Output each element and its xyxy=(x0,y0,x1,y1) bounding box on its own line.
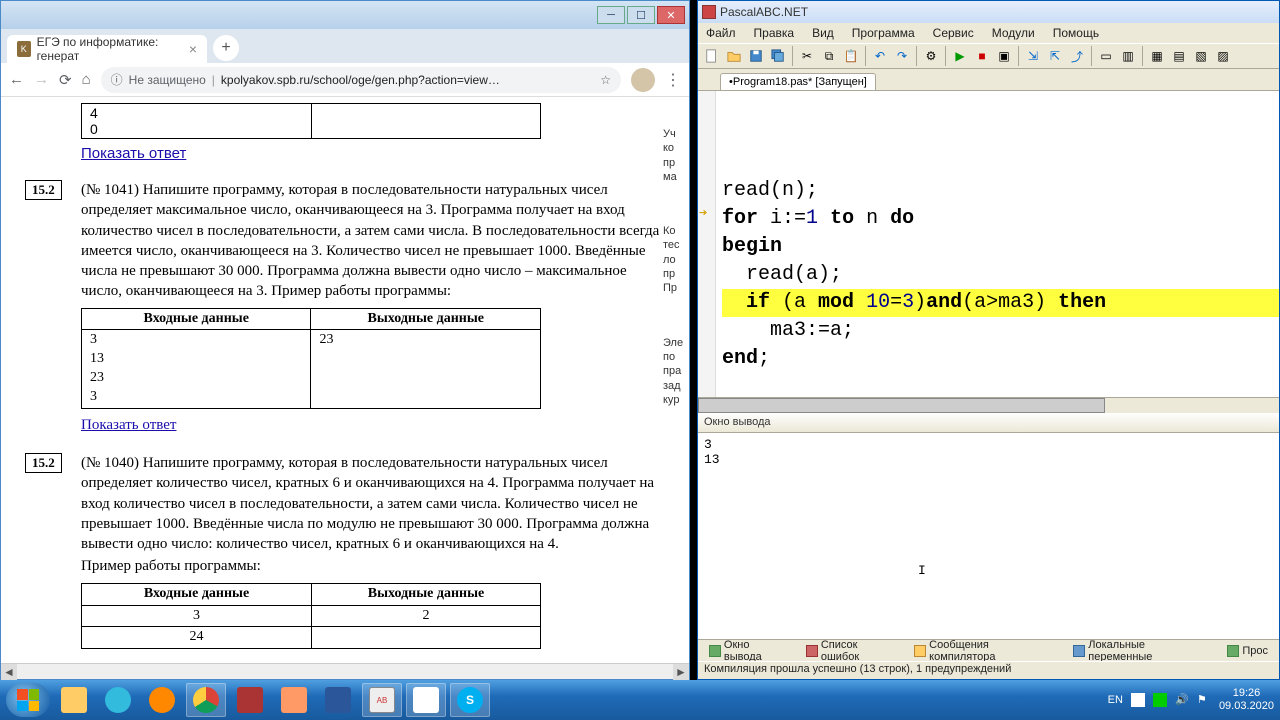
profile-avatar[interactable] xyxy=(631,68,655,92)
panel2-icon[interactable]: ▧ xyxy=(1191,46,1211,66)
file-tab[interactable]: •Program18.pas* [Запущен] xyxy=(720,73,876,90)
ide-toolbar: ✂ ⧉ 📋 ↶ ↷ ⚙ ▶ ■ ▣ ⇲ ⇱ ⤴ ▭ ▥ ▦ ▤ ▧ ▨ xyxy=(698,43,1279,69)
ide-menubar: Файл Правка Вид Программа Сервис Модули Помощь xyxy=(698,23,1279,43)
run-icon[interactable]: ▶ xyxy=(950,46,970,66)
step-icon[interactable]: ▣ xyxy=(994,46,1014,66)
clock[interactable]: 19:26 09.03.2020 xyxy=(1219,687,1274,713)
tray-action-icon[interactable]: ⚑ xyxy=(1197,693,1211,707)
forward-icon[interactable]: → xyxy=(34,71,49,88)
tab-title: ЕГЭ по информатике: генерат xyxy=(37,35,179,63)
minimize-button[interactable]: ─ xyxy=(597,6,625,24)
task-word[interactable] xyxy=(318,683,358,717)
browser-window: ─ ☐ ✕ K ЕГЭ по информатике: генерат × + … xyxy=(0,0,690,680)
menu-icon[interactable]: ⋮ xyxy=(665,70,681,90)
open-file-icon[interactable] xyxy=(724,46,744,66)
copy-icon[interactable]: ⧉ xyxy=(819,46,839,66)
task-app2[interactable] xyxy=(274,683,314,717)
editor-scrollbar[interactable] xyxy=(698,397,1279,413)
task-ie[interactable] xyxy=(98,683,138,717)
bottom-tab[interactable]: Прос xyxy=(1220,643,1275,659)
output-body[interactable]: 3 13I xyxy=(698,433,1279,639)
save-all-icon[interactable] xyxy=(768,46,788,66)
browser-titlebar: ─ ☐ ✕ xyxy=(1,1,689,29)
system-tray: EN 🔊 ⚑ 19:26 09.03.2020 xyxy=(1108,687,1274,713)
reload-icon[interactable]: ⟳ xyxy=(59,71,72,89)
browser-tab[interactable]: K ЕГЭ по информатике: генерат × xyxy=(7,35,207,63)
url-text: kpolyakov.spb.ru/school/oge/gen.php?acti… xyxy=(221,73,594,87)
window-icon[interactable]: ▭ xyxy=(1096,46,1116,66)
new-tab-button[interactable]: + xyxy=(213,35,239,61)
problem-text: (№ 1040) Напишите программу, которая в п… xyxy=(81,453,671,649)
back-icon[interactable]: ← xyxy=(9,71,24,88)
insecure-label: Не защищено xyxy=(129,73,206,87)
show-answer-link[interactable]: Показать ответ xyxy=(81,145,186,162)
right-clip: УчкопрмаКотеслопрПрЭлепопразадкур xyxy=(663,127,689,447)
step-over-icon[interactable]: ⇱ xyxy=(1045,46,1065,66)
home-icon[interactable]: ⌂ xyxy=(82,71,91,88)
bookmark-icon[interactable]: ☆ xyxy=(600,73,611,87)
section-number: 15.2 xyxy=(25,453,62,473)
favicon-icon: K xyxy=(17,41,31,57)
panel1-icon[interactable]: ▤ xyxy=(1169,46,1189,66)
save-icon[interactable] xyxy=(746,46,766,66)
lang-indicator[interactable]: EN xyxy=(1108,694,1123,706)
stop-icon[interactable]: ■ xyxy=(972,46,992,66)
start-button[interactable] xyxy=(6,683,50,717)
task-media[interactable] xyxy=(142,683,182,717)
scroll-right-icon[interactable]: ► xyxy=(673,664,689,680)
ide-window: PascalABC.NET Файл Правка Вид Программа Серв… xyxy=(697,0,1280,680)
paste-icon[interactable]: 📋 xyxy=(841,46,861,66)
text-cursor: I xyxy=(918,563,926,578)
tray-flag-icon[interactable] xyxy=(1131,693,1145,707)
file-tab-strip: •Program18.pas* [Запущен] xyxy=(698,69,1279,91)
task-explorer[interactable] xyxy=(54,683,94,717)
tray-network-icon[interactable] xyxy=(1153,693,1167,707)
task-app1[interactable] xyxy=(230,683,270,717)
close-button[interactable]: ✕ xyxy=(657,6,685,24)
menu-Правка[interactable]: Правка xyxy=(750,25,799,41)
status-bar: Компиляция прошла успешно (13 строк), 1 … xyxy=(698,661,1279,679)
output-header: Окно вывода xyxy=(698,413,1279,433)
tray-sound-icon[interactable]: 🔊 xyxy=(1175,693,1189,707)
options-icon[interactable]: ⚙ xyxy=(921,46,941,66)
insecure-icon: ⓘ xyxy=(111,71,123,88)
step-out-icon[interactable]: ⤴ xyxy=(1067,46,1087,66)
tab-strip: K ЕГЭ по информатике: генерат × + xyxy=(1,29,689,63)
address-bar: ← → ⟳ ⌂ ⓘ Не защищено | kpolyakov.spb.ru… xyxy=(1,63,689,97)
maximize-button[interactable]: ☐ xyxy=(627,6,655,24)
ide-titlebar: PascalABC.NET xyxy=(698,1,1279,23)
menu-Файл[interactable]: Файл xyxy=(702,25,740,41)
panel3-icon[interactable]: ▨ xyxy=(1213,46,1233,66)
task-pascalabc[interactable]: AB xyxy=(362,683,402,717)
url-box[interactable]: ⓘ Не защищено | kpolyakov.spb.ru/school/… xyxy=(101,67,621,93)
menu-Помощь[interactable]: Помощь xyxy=(1049,25,1103,41)
section-number: 15.2 xyxy=(25,180,62,200)
menu-Программа[interactable]: Программа xyxy=(848,25,919,41)
bottom-tab-strip: Окно выводаСписок ошибокСообщения компил… xyxy=(698,639,1279,661)
task-app3[interactable] xyxy=(406,683,446,717)
split-icon[interactable]: ▥ xyxy=(1118,46,1138,66)
tab-close-icon[interactable]: × xyxy=(189,41,197,57)
menu-Вид[interactable]: Вид xyxy=(808,25,838,41)
ide-title: PascalABC.NET xyxy=(720,5,808,19)
ide-logo-icon xyxy=(702,5,716,19)
step-into-icon[interactable]: ⇲ xyxy=(1023,46,1043,66)
form-icon[interactable]: ▦ xyxy=(1147,46,1167,66)
redo-icon[interactable]: ↷ xyxy=(892,46,912,66)
task-chrome[interactable] xyxy=(186,683,226,717)
new-file-icon[interactable] xyxy=(702,46,722,66)
scroll-left-icon[interactable]: ◄ xyxy=(1,664,17,680)
show-answer-link[interactable]: Показать ответ xyxy=(81,417,176,433)
menu-Сервис[interactable]: Сервис xyxy=(929,25,978,41)
code-editor[interactable]: read(n);for i:=1 to n dobegin read(a); i… xyxy=(698,91,1279,397)
taskbar: AB S EN 🔊 ⚑ 19:26 09.03.2020 xyxy=(0,680,1280,720)
problem-text: (№ 1041) Напишите программу, которая в п… xyxy=(81,180,671,435)
cut-icon[interactable]: ✂ xyxy=(797,46,817,66)
page-content: 40Показать ответ15.2(№ 1041) Напишите пр… xyxy=(1,97,689,663)
undo-icon[interactable]: ↶ xyxy=(870,46,890,66)
menu-Модули[interactable]: Модули xyxy=(988,25,1039,41)
horizontal-scrollbar[interactable]: ◄ ► xyxy=(1,663,689,679)
gutter xyxy=(698,91,716,397)
task-skype[interactable]: S xyxy=(450,683,490,717)
